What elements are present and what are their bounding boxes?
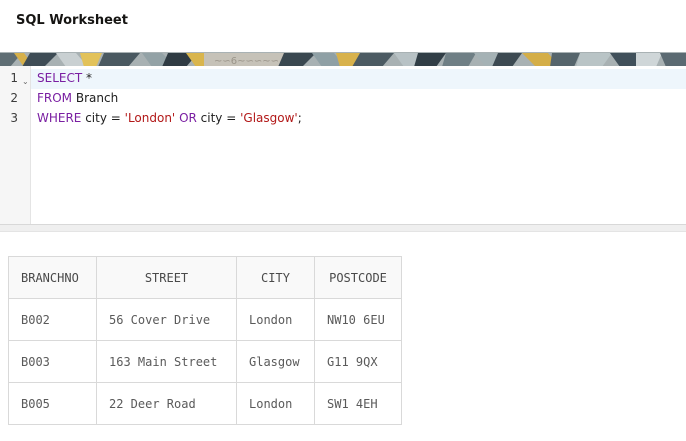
sql-text: * [82, 71, 93, 85]
line-number: 3 [10, 111, 18, 125]
cell-branchno: B002 [8, 298, 97, 341]
cell-postcode: NW10 6EU [314, 298, 402, 341]
results-table: BRANCHNO STREET CITY POSTCODE B002 56 Co… [8, 256, 402, 425]
pane-splitter[interactable] [0, 224, 686, 232]
table-row[interactable]: B005 22 Deer Road London SW1 4EH [8, 382, 402, 425]
cell-city: London [236, 382, 315, 425]
sql-text: ; [297, 111, 302, 125]
table-row[interactable]: B002 56 Cover Drive London NW10 6EU [8, 298, 402, 341]
column-header-city[interactable]: CITY [236, 256, 315, 299]
column-header-postcode[interactable]: POSTCODE [314, 256, 402, 299]
sql-text: city = [81, 111, 125, 125]
sql-keyword: SELECT [37, 71, 83, 85]
sql-keyword: OR [179, 111, 197, 125]
active-line-highlight [31, 69, 686, 89]
svg-text:~∽6~∽∽~∽: ~∽6~∽∽~∽ [214, 56, 279, 66]
table-row[interactable]: B003 163 Main Street Glasgow G11 9QX [8, 340, 402, 383]
sql-text: Branch [72, 91, 119, 105]
code-line[interactable]: SELECT * [37, 71, 92, 85]
line-number: 2 [10, 91, 18, 105]
line-number-gutter: 1 ⌄ 2 3 [0, 66, 31, 224]
cell-postcode: G11 9QX [314, 340, 402, 383]
sql-keyword: WHERE [37, 111, 82, 125]
sql-keyword: FROM [37, 91, 73, 105]
column-header-branchno[interactable]: BRANCHNO [8, 256, 97, 299]
cell-branchno: B005 [8, 382, 97, 425]
query-results-panel: BRANCHNO STREET CITY POSTCODE B002 56 Co… [0, 232, 686, 441]
code-line[interactable]: FROM Branch [37, 91, 118, 105]
cell-city: Glasgow [236, 340, 315, 383]
worksheet-title: SQL Worksheet [16, 13, 128, 28]
cell-postcode: SW1 4EH [314, 382, 402, 425]
cell-branchno: B003 [8, 340, 97, 383]
sql-text: city = [196, 111, 241, 125]
column-header-street[interactable]: STREET [96, 256, 237, 299]
decorative-banner: ~∽6~∽∽~∽ [0, 52, 686, 66]
code-line[interactable]: WHERE city = 'London' OR city = 'Glasgow… [37, 111, 302, 125]
banner-pattern: ~∽6~∽∽~∽ [0, 53, 686, 66]
chevron-down-icon[interactable]: ⌄ [22, 77, 29, 86]
line-number: 1 [10, 71, 18, 85]
sql-string: 'London' [124, 111, 176, 125]
cell-street: 56 Cover Drive [96, 298, 237, 341]
sql-editor[interactable]: 1 ⌄ 2 3 SELECT * FROM Branch WHERE city … [0, 66, 686, 224]
cell-street: 22 Deer Road [96, 382, 237, 425]
worksheet-header: SQL Worksheet [0, 0, 686, 52]
results-header-row: BRANCHNO STREET CITY POSTCODE [8, 256, 402, 299]
cell-street: 163 Main Street [96, 340, 237, 383]
cell-city: London [236, 298, 315, 341]
sql-string: 'Glasgow' [240, 111, 298, 125]
